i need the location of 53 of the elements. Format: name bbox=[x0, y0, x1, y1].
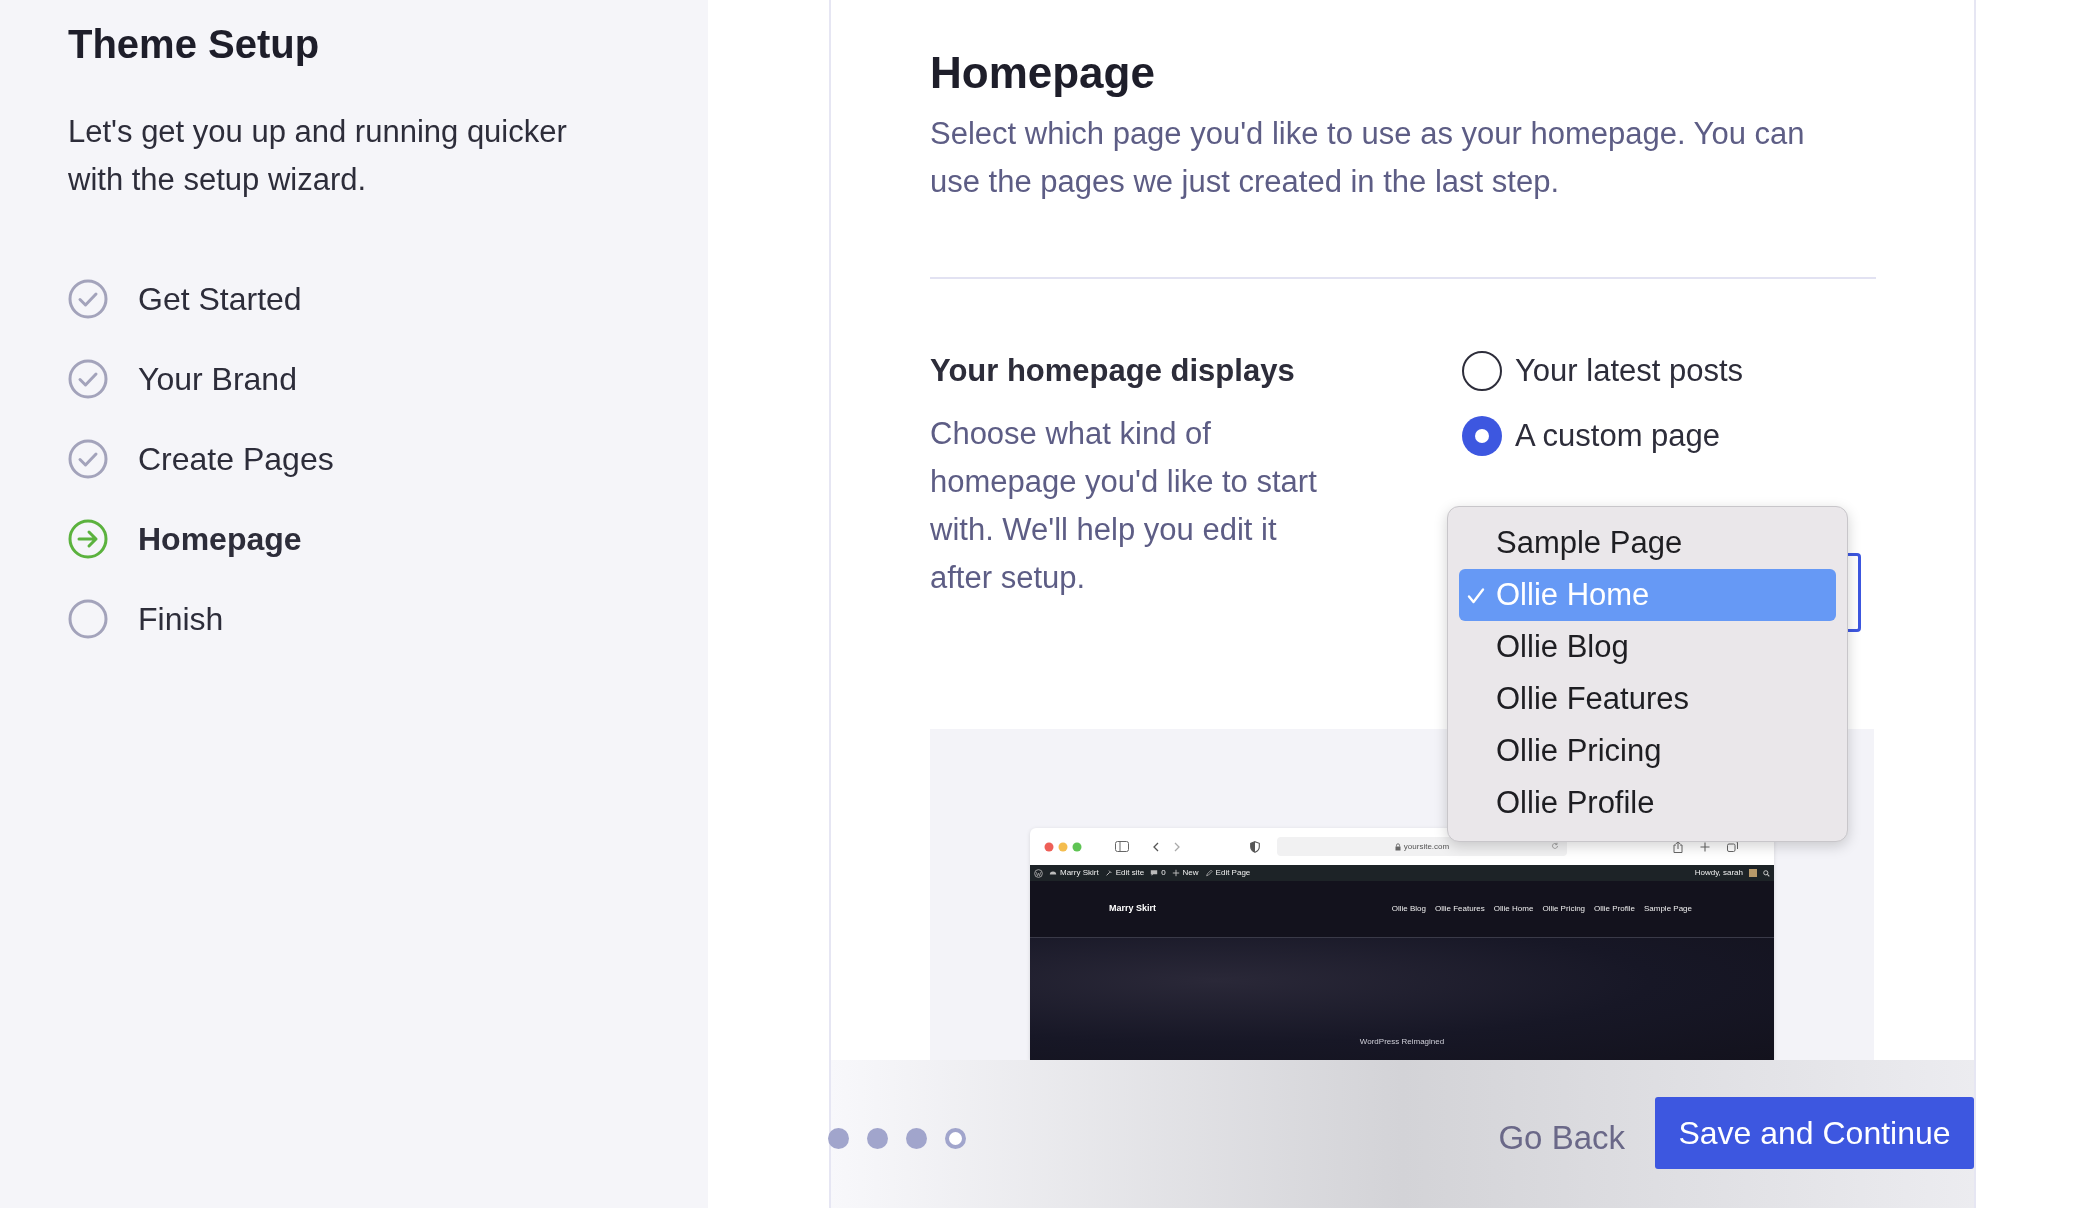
sidebar-icon bbox=[1115, 841, 1129, 852]
sidebar-description: Let's get you up and running quicker with the setup wizard. bbox=[68, 113, 568, 199]
radio-button[interactable] bbox=[1462, 416, 1502, 456]
share-icon bbox=[1673, 840, 1683, 853]
menu-item[interactable]: Ollie Features bbox=[1459, 673, 1836, 725]
plus-icon bbox=[1700, 841, 1710, 852]
pencil-icon bbox=[1204, 869, 1213, 877]
admin-bar-link[interactable]: Edit site bbox=[1115, 868, 1145, 878]
admin-greeting[interactable]: Howdy, sarah bbox=[1694, 868, 1743, 878]
nav-link[interactable]: Ollie Blog bbox=[1391, 903, 1426, 915]
tagline-text: WordPress Reimagined bbox=[1359, 1036, 1445, 1048]
step-label[interactable]: Finish bbox=[138, 595, 224, 643]
comment-icon bbox=[1150, 869, 1159, 877]
lock-icon bbox=[1394, 842, 1401, 851]
pin-icon bbox=[1104, 869, 1113, 877]
avatar-placeholder bbox=[1749, 869, 1757, 877]
radio-label[interactable]: Your latest posts bbox=[1515, 347, 1744, 395]
save-button[interactable]: Save and Continue bbox=[1655, 1097, 1974, 1169]
radio-button[interactable] bbox=[1462, 351, 1502, 391]
admin-bar-link[interactable]: Marry Skirt bbox=[1060, 868, 1099, 878]
radio-label[interactable]: A custom page bbox=[1515, 412, 1721, 460]
page-description: Select which page you'd like to use as your homepage. You can use the pages we just created in the last step. bbox=[930, 115, 1806, 201]
search-icon bbox=[1763, 869, 1770, 877]
admin-bar-link[interactable]: 0 bbox=[1161, 868, 1166, 878]
back-icon bbox=[1153, 841, 1159, 852]
nav-link[interactable]: Ollie Home bbox=[1493, 903, 1534, 915]
nav-link[interactable]: Ollie Profile bbox=[1594, 903, 1635, 915]
admin-bar-link[interactable]: New bbox=[1182, 868, 1199, 878]
nav-link[interactable]: Ollie Pricing bbox=[1542, 903, 1586, 915]
nav-link[interactable]: Sample Page bbox=[1643, 903, 1692, 915]
site-title[interactable]: Marry Skirt bbox=[1109, 902, 1157, 916]
menu-item[interactable]: Sample Page bbox=[1459, 517, 1836, 569]
menu-item[interactable]: Ollie Blog bbox=[1459, 621, 1836, 673]
setting-description: Choose what kind of homepage you'd like to start with. We'll help you edit it after setup. bbox=[930, 415, 1318, 597]
sidebar-title: Theme Setup bbox=[68, 21, 321, 68]
url-text: yoursite.com bbox=[1403, 841, 1450, 852]
shield-icon bbox=[1250, 840, 1260, 853]
back-button[interactable]: Go Back bbox=[1498, 1113, 1625, 1163]
page-heading: Homepage bbox=[930, 47, 1156, 99]
menu-item[interactable]: Ollie Profile bbox=[1459, 777, 1836, 829]
check-icon bbox=[1467, 587, 1485, 605]
reload-icon bbox=[1551, 842, 1559, 850]
forward-icon bbox=[1174, 841, 1180, 852]
wordpress-logo-icon bbox=[1034, 868, 1043, 878]
step-label[interactable]: Homepage bbox=[138, 515, 302, 563]
step-label[interactable]: Get Started bbox=[138, 275, 302, 323]
menu-item[interactable]: Ollie Pricing bbox=[1459, 725, 1836, 777]
step-label[interactable]: Your Brand bbox=[138, 355, 297, 403]
step-label[interactable]: Create Pages bbox=[138, 435, 334, 483]
setting-label: Your homepage displays bbox=[930, 352, 1296, 390]
admin-bar-link[interactable]: Edit Page bbox=[1215, 868, 1251, 878]
nav-link[interactable]: Ollie Features bbox=[1435, 903, 1485, 915]
plus-icon bbox=[1171, 869, 1180, 877]
